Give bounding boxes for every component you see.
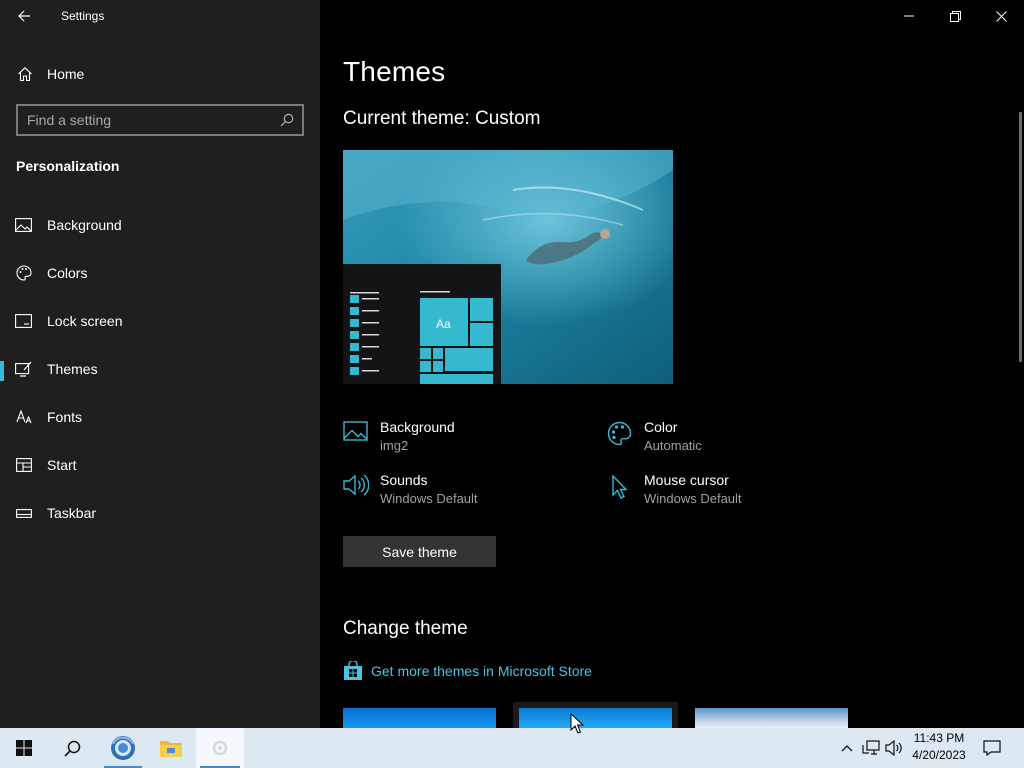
folder-icon [160,741,182,757]
font-icon [0,410,47,424]
close-button[interactable] [978,0,1024,32]
setting-value: Automatic [644,438,702,453]
gear-icon [212,740,228,756]
browser-icon [111,736,135,760]
home-icon [0,66,47,82]
setting-value: Windows Default [644,491,742,506]
sidebar-item-background[interactable]: Background [0,201,320,249]
cursor-icon [607,471,644,517]
store-link-label: Get more themes in Microsoft Store [371,663,592,679]
picture-icon [0,218,47,232]
sidebar-item-themes[interactable]: Themes [0,345,320,393]
search-icon[interactable] [272,113,302,127]
scrollbar[interactable] [1019,112,1022,362]
taskbar-clock[interactable]: 11:43 PM 4/20/2023 [906,730,972,764]
taskbar-settings-app[interactable] [196,728,244,768]
restore-icon [949,10,961,22]
sidebar-item-start[interactable]: Start [0,441,320,489]
theme-setting-color[interactable]: Color Automatic [607,418,847,464]
current-theme-heading: Current theme: Custom [343,108,541,129]
setting-name: Background [380,419,455,435]
theme-setting-mouse-cursor[interactable]: Mouse cursor Windows Default [607,471,847,517]
setting-name: Color [644,419,678,435]
store-link[interactable]: Get more themes in Microsoft Store [343,661,592,681]
start-button[interactable] [0,728,48,768]
search-input[interactable] [18,106,272,134]
sidebar-item-lock-screen[interactable]: Lock screen [0,297,320,345]
notification-icon [983,740,1001,756]
sidebar-item-label: Colors [47,265,88,281]
search-icon [63,740,80,757]
sidebar-item-label: Background [47,217,122,233]
theme-thumbnail[interactable] [513,702,678,728]
sidebar-item-label: Fonts [47,409,83,425]
minimize-button[interactable] [886,0,932,32]
sidebar-home-label: Home [47,66,85,82]
taskbar: 11:43 PM 4/20/2023 [0,728,1024,768]
store-bag-icon [343,661,371,681]
sidebar-item-colors[interactable]: Colors [0,249,320,297]
themes-page: Themes Current theme: Custom Aa Backgrou… [320,0,1024,728]
network-tray-button[interactable] [860,728,882,768]
setting-value: Windows Default [380,491,478,506]
preview-tile-text: Aa [436,317,451,331]
windows-logo-icon [16,740,32,756]
brush-icon [0,361,47,377]
start-icon [0,458,47,472]
back-arrow-icon [18,10,30,22]
action-center-button[interactable] [978,728,1006,768]
network-icon [862,740,880,755]
speaker-icon [343,471,380,517]
sidebar-item-label: Themes [47,361,98,377]
theme-preview-image: Aa [343,150,673,384]
taskbar-icon [0,507,47,519]
mouse-pointer-icon [570,713,584,734]
chevron-up-icon [841,745,853,752]
page-title: Themes [343,56,446,87]
lock-screen-icon [0,314,47,328]
sidebar-item-fonts[interactable]: Fonts [0,393,320,441]
theme-setting-background[interactable]: Background img2 [343,418,583,464]
taskbar-browser-app[interactable] [100,728,146,768]
theme-setting-sounds[interactable]: Sounds Windows Default [343,471,583,517]
setting-value: img2 [380,438,409,453]
palette-icon [607,418,644,464]
picture-icon [343,418,380,464]
settings-sidebar: Settings Home Personalization Background… [0,0,320,728]
theme-thumbnail[interactable] [695,708,848,728]
sidebar-item-label: Lock screen [47,313,123,329]
setting-name: Sounds [380,472,428,488]
change-theme-heading: Change theme [343,618,468,639]
setting-name: Mouse cursor [644,472,729,488]
save-theme-button[interactable]: Save theme [343,536,496,567]
sidebar-nav: Background Colors Lock screen Themes Fon… [0,201,320,537]
back-button[interactable] [0,0,48,32]
section-title: Personalization [16,158,120,174]
clock-date: 4/20/2023 [912,748,966,762]
volume-tray-button[interactable] [883,728,905,768]
sidebar-item-label: Taskbar [47,505,97,521]
taskbar-file-explorer[interactable] [148,728,194,768]
palette-icon [0,265,47,281]
search-box[interactable] [16,104,304,136]
sidebar-item-taskbar[interactable]: Taskbar [0,489,320,537]
clock-time: 11:43 PM [913,731,965,745]
sidebar-home[interactable]: Home [0,56,320,92]
minimize-icon [904,15,914,17]
app-title: Settings [61,9,105,23]
volume-icon [885,740,902,756]
restore-button[interactable] [932,0,978,32]
show-hidden-icons-button[interactable] [836,728,858,768]
theme-thumbnail[interactable] [343,708,496,728]
taskbar-search-button[interactable] [48,728,96,768]
theme-preview: Aa [343,150,673,384]
sidebar-item-label: Start [47,457,77,473]
close-icon [995,10,1007,22]
